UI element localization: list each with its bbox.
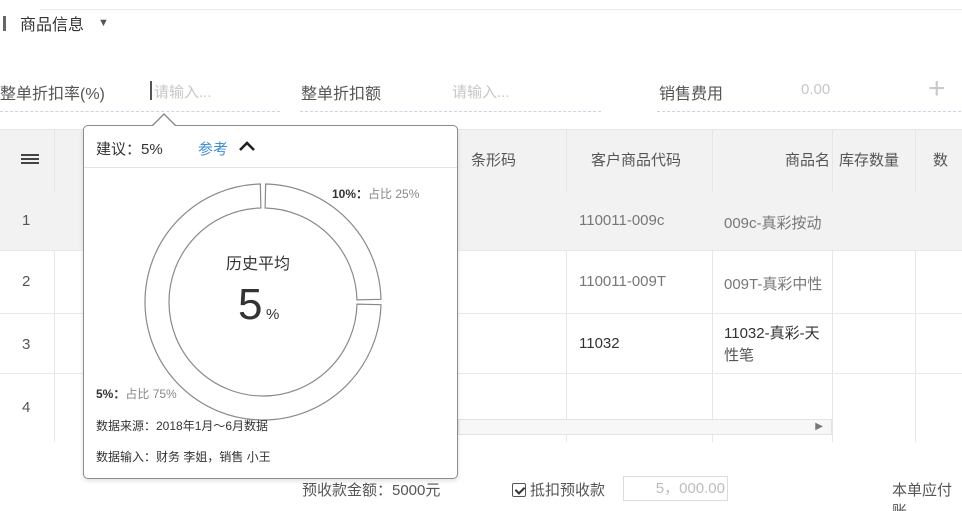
product-name-cell: 009c-真彩按动: [724, 215, 822, 232]
sales-fee-input[interactable]: 0.00: [801, 81, 830, 98]
prepay-amount: 预收款金额：5000元: [302, 482, 441, 499]
deduct-prepay-checkbox[interactable]: 抵扣预收款: [512, 479, 605, 500]
slice-label-5: 5%：占比 75%: [96, 385, 177, 402]
discount-rate-label: 整单折扣率(%): [0, 86, 105, 103]
payable-label: 本单应付账: [892, 482, 953, 511]
list-icon[interactable]: [21, 154, 39, 168]
discount-amount-underline: [300, 111, 601, 112]
horizontal-scrollbar[interactable]: ▶: [458, 419, 832, 435]
section-header[interactable]: 商品信息 ▼: [0, 8, 109, 38]
customer-code-cell: 11032: [579, 335, 620, 352]
popover-arrow-fill: [153, 115, 175, 126]
row-index: 4: [22, 399, 31, 416]
donut-center-unit: %: [266, 306, 280, 323]
sales-fee-underline: [657, 111, 961, 112]
discount-form-row: 整单折扣率(%) 请输入... 整单折扣额 请输入... 销售费用 0.00 +: [0, 72, 962, 112]
customer-code-cell: 110011-009c: [579, 212, 665, 229]
slice-10-value: 10%：: [332, 187, 369, 201]
column-quantity[interactable]: 数量: [933, 130, 962, 231]
discount-amount-input[interactable]: 请输入...: [452, 81, 510, 102]
deduct-prepay-label: 抵扣预收款: [530, 482, 606, 499]
slice-5-share: 占比 75%: [125, 387, 177, 401]
column-barcode[interactable]: 条形码: [471, 130, 516, 192]
donut-slices: [144, 183, 382, 421]
caret-down-icon[interactable]: ▼: [98, 17, 109, 29]
donut-center-title: 历史平均: [226, 256, 291, 273]
product-name-cell: 009T-真彩中性: [724, 276, 823, 293]
data-input-note: 数据输入：财务 李姐，销售 小王: [96, 450, 271, 464]
deduct-amount-input[interactable]: 5，000.00: [623, 476, 728, 501]
product-name-cell: 11032-真彩-天: [724, 325, 820, 342]
section-title: 商品信息: [20, 17, 85, 34]
row-index: 2: [22, 273, 31, 290]
data-source-note: 数据来源：2018年1月～6月数据: [96, 419, 269, 433]
discount-amount-label: 整单折扣额: [301, 86, 382, 103]
slice-10-share: 占比 25%: [368, 187, 420, 201]
donut-center-value: 5: [238, 280, 263, 329]
reference-popover: 建议：5% 参考 历史平均 5 % 10%：占比 25% 5%：占比 75% 数…: [83, 125, 458, 479]
column-stock-qty[interactable]: 库存数量: [839, 130, 899, 192]
text-cursor: [150, 81, 152, 100]
section-top-divider: [40, 9, 962, 10]
slice-5-value: 5%：: [96, 387, 126, 401]
column-customer-code[interactable]: 客户商品代码: [591, 130, 681, 192]
discount-rate-underline: [0, 111, 280, 112]
column-product-name[interactable]: 商品名: [785, 130, 830, 192]
plus-icon[interactable]: +: [928, 72, 946, 106]
discount-rate-input[interactable]: 请输入...: [154, 81, 212, 102]
section-marker: [3, 15, 6, 31]
row-index: 3: [22, 336, 31, 353]
row-index: 1: [22, 212, 31, 229]
product-name-cell-line2: 性笔: [724, 347, 755, 364]
slice-label-10: 10%：占比 25%: [332, 185, 419, 202]
checkbox-checked-icon[interactable]: [512, 483, 526, 497]
scroll-right-icon[interactable]: ▶: [815, 421, 823, 432]
customer-code-cell: 110011-009T: [579, 273, 667, 290]
sales-fee-label: 销售费用: [659, 86, 724, 103]
